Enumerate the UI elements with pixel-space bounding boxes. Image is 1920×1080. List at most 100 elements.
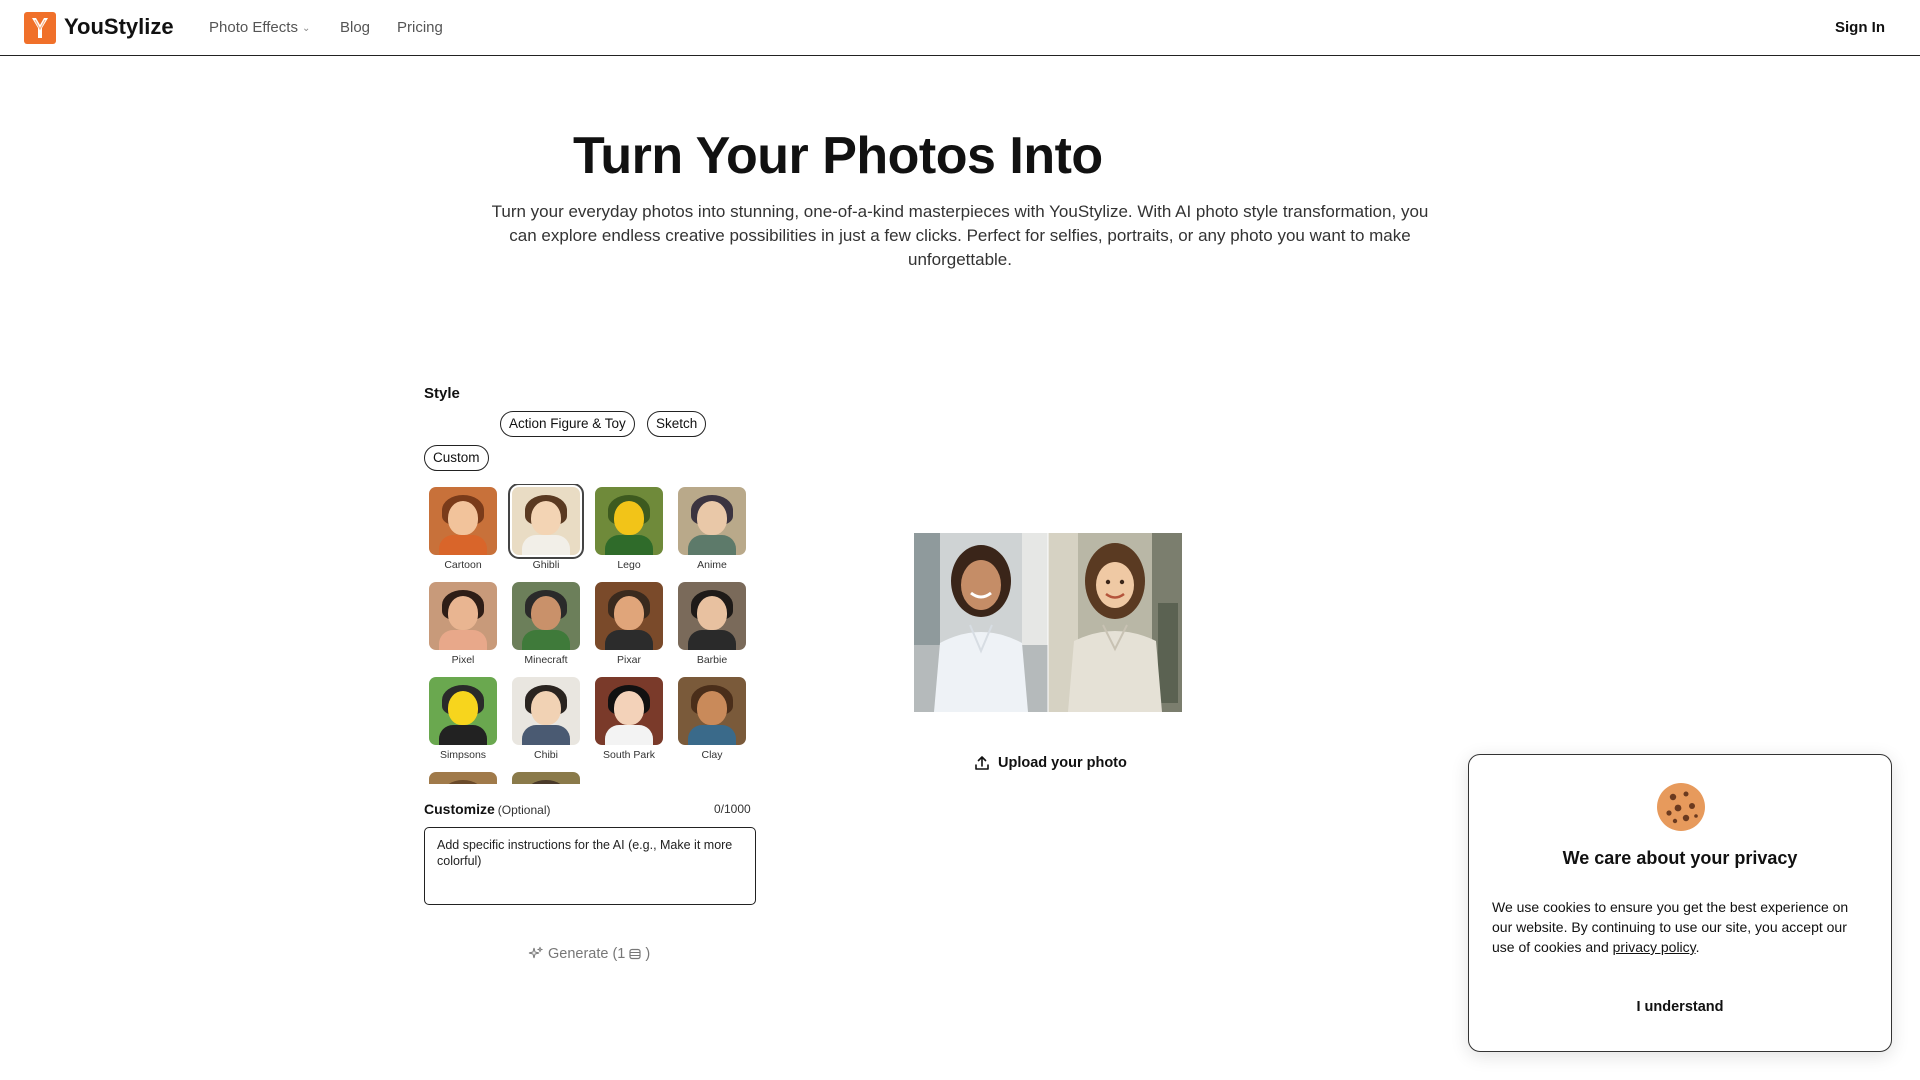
style-grid: Cartoon Ghibli Lego Anime Pixel Minecraft Pixa… — [424, 484, 758, 784]
style-thumbnail — [429, 677, 497, 745]
style-thumbnail — [595, 677, 663, 745]
thumbnail-face — [614, 596, 644, 630]
style-option-label: Simpsons — [439, 749, 487, 761]
nav-blog[interactable]: Blog — [340, 19, 370, 36]
style-option-label: Clay — [701, 749, 723, 761]
generate-cost: (1 — [612, 946, 626, 962]
thumbnail-face — [531, 691, 561, 725]
chip-sketch[interactable]: Sketch — [647, 411, 707, 437]
thumbnail-body — [522, 535, 570, 555]
page-title: Turn Your Photos Into — [573, 127, 1103, 185]
hero-subtitle: Turn your everyday photos into stunning,… — [491, 202, 1429, 269]
chip-action-figure[interactable]: Action Figure & Toy — [500, 411, 635, 437]
thumbnail-body — [605, 630, 653, 650]
style-thumbnail — [512, 772, 580, 784]
thumbnail-hair — [525, 780, 567, 784]
style-option-label: Minecraft — [524, 654, 568, 666]
style-thumbnail — [595, 487, 663, 555]
example-preview-image — [914, 533, 1182, 712]
style-option-label: Cartoon — [444, 559, 482, 571]
style-option[interactable] — [510, 772, 582, 784]
sign-in-button[interactable]: Sign In — [1835, 19, 1885, 36]
thumbnail-body — [439, 535, 487, 555]
generate-label: Generate — [548, 946, 609, 962]
accept-cookies-button[interactable]: I understand — [1469, 999, 1891, 1015]
brand-name[interactable]: YouStylize — [64, 14, 174, 40]
style-option[interactable]: Pixar — [593, 582, 665, 666]
credit-icon — [629, 948, 641, 960]
style-option[interactable]: Minecraft — [510, 582, 582, 666]
upload-photo-button[interactable]: Upload your photo — [974, 755, 1127, 771]
thumbnail-body — [439, 725, 487, 745]
style-thumbnail — [512, 677, 580, 745]
style-option[interactable]: Pixel — [427, 582, 499, 666]
style-thumbnail — [512, 582, 580, 650]
style-thumbnail — [429, 487, 497, 555]
style-thumbnail — [429, 582, 497, 650]
cookie-message: We use cookies to ensure you get the bes… — [1492, 897, 1872, 957]
chip-custom[interactable]: Custom — [424, 445, 489, 471]
logo-icon[interactable] — [24, 12, 56, 44]
style-option-label: South Park — [603, 749, 655, 761]
style-thumbnail — [678, 677, 746, 745]
privacy-policy-link[interactable]: privacy policy — [1613, 939, 1696, 955]
thumbnail-body — [688, 535, 736, 555]
style-thumbnail — [429, 772, 497, 784]
generate-cost-close: ) — [645, 946, 651, 962]
customize-title: Customize — [424, 801, 495, 817]
sparkle-icon — [528, 946, 543, 959]
thumbnail-face — [697, 501, 727, 535]
style-option[interactable]: Anime — [676, 487, 748, 571]
style-option-label: Pixel — [451, 654, 475, 666]
nav-photo-effects[interactable]: Photo Effects ⌄ — [209, 19, 310, 36]
thumbnail-face — [614, 691, 644, 725]
thumbnail-face — [448, 596, 478, 630]
thumbnail-face — [697, 596, 727, 630]
chevron-down-icon: ⌄ — [301, 23, 311, 34]
style-label: Style — [424, 385, 460, 402]
style-thumbnail — [508, 484, 584, 559]
style-option[interactable]: Ghibli — [508, 484, 584, 571]
thumbnail-face — [531, 501, 561, 535]
style-thumbnail — [678, 582, 746, 650]
cookie-consent-dialog: We care about your privacy We use cookie… — [1468, 754, 1892, 1052]
style-option-label: Lego — [617, 559, 641, 571]
style-option-label: Anime — [697, 559, 727, 571]
style-option[interactable]: Barbie — [676, 582, 748, 666]
style-option[interactable]: Simpsons — [427, 677, 499, 761]
instructions-input[interactable] — [424, 827, 756, 905]
thumbnail-face — [448, 501, 478, 535]
thumbnail-face — [448, 691, 478, 725]
style-option-label: Pixar — [617, 654, 641, 666]
style-option[interactable]: Cartoon — [427, 487, 499, 571]
style-option-label: Chibi — [534, 749, 558, 761]
style-option[interactable] — [427, 772, 499, 784]
style-thumbnail — [678, 487, 746, 555]
style-option[interactable]: Chibi — [510, 677, 582, 761]
nav-photo-effects-label: Photo Effects — [209, 19, 298, 36]
thumbnail-body — [605, 725, 653, 745]
thumbnail-body — [439, 630, 487, 650]
style-option[interactable]: Lego — [593, 487, 665, 571]
upload-label: Upload your photo — [998, 755, 1127, 771]
thumbnail-face — [531, 596, 561, 630]
customize-optional: (Optional) — [497, 803, 551, 817]
thumbnail-hair — [442, 780, 484, 784]
style-option-label: Ghibli — [532, 559, 560, 571]
char-counter: 0/1000 — [714, 802, 751, 816]
style-option[interactable]: Clay — [676, 677, 748, 761]
style-option[interactable]: South Park — [593, 677, 665, 761]
thumbnail-body — [522, 630, 570, 650]
style-thumbnail — [595, 582, 663, 650]
thumbnail-face — [614, 501, 644, 535]
nav-pricing[interactable]: Pricing — [397, 19, 443, 36]
customize-label: Customize (Optional) — [424, 801, 550, 817]
top-nav: YouStylize Photo Effects ⌄ Blog Pricing S… — [0, 0, 1920, 56]
thumbnail-body — [688, 725, 736, 745]
upload-icon — [975, 756, 989, 770]
generate-button[interactable]: Generate (1 ) — [528, 946, 650, 962]
cookie-text-end: . — [1695, 939, 1700, 955]
style-option-label: Barbie — [696, 654, 728, 666]
thumbnail-body — [522, 725, 570, 745]
thumbnail-body — [605, 535, 653, 555]
